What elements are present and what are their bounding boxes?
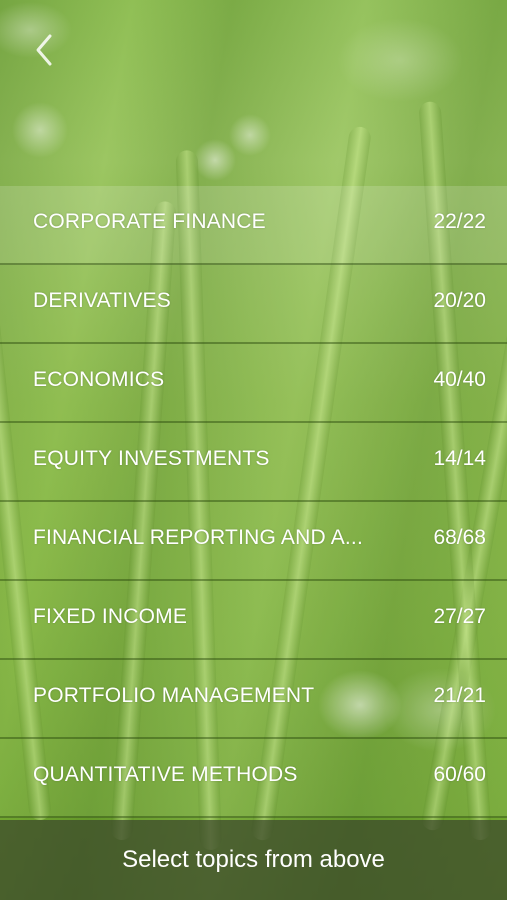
topic-row-derivatives[interactable]: DERIVATIVES 20/20	[0, 265, 507, 344]
footer-label: Select topics from above	[122, 846, 385, 873]
topic-title: EQUITY INVESTMENTS	[33, 447, 270, 470]
topic-count: 60/60	[433, 763, 486, 786]
back-button[interactable]	[30, 30, 58, 70]
topic-title: QUANTITATIVE METHODS	[33, 763, 298, 786]
topic-list: CORPORATE FINANCE 22/22 DERIVATIVES 20/2…	[0, 186, 507, 818]
topic-title: DERIVATIVES	[33, 289, 171, 312]
topic-row-corporate-finance[interactable]: CORPORATE FINANCE 22/22	[0, 186, 507, 265]
topic-row-portfolio-management[interactable]: PORTFOLIO MANAGEMENT 21/21	[0, 660, 507, 739]
topic-count: 22/22	[433, 210, 486, 233]
topic-count: 21/21	[433, 684, 486, 707]
topic-title: ECONOMICS	[33, 368, 165, 391]
topic-row-quantitative-methods[interactable]: QUANTITATIVE METHODS 60/60	[0, 739, 507, 818]
topic-row-economics[interactable]: ECONOMICS 40/40	[0, 344, 507, 423]
topic-row-equity-investments[interactable]: EQUITY INVESTMENTS 14/14	[0, 423, 507, 502]
topic-count: 68/68	[433, 526, 486, 549]
topic-count: 40/40	[433, 368, 486, 391]
topic-title: CORPORATE FINANCE	[33, 210, 266, 233]
topic-title: FIXED INCOME	[33, 605, 188, 628]
topic-count: 14/14	[433, 447, 486, 470]
topic-count: 27/27	[433, 605, 486, 628]
footer-bar: Select topics from above	[0, 820, 507, 900]
topic-title: PORTFOLIO MANAGEMENT	[33, 684, 315, 707]
topic-title: FINANCIAL REPORTING AND A...	[33, 526, 364, 549]
topic-row-financial-reporting[interactable]: FINANCIAL REPORTING AND A... 68/68	[0, 502, 507, 581]
chevron-left-icon	[36, 34, 52, 66]
topic-row-fixed-income[interactable]: FIXED INCOME 27/27	[0, 581, 507, 660]
topic-count: 20/20	[433, 289, 486, 312]
